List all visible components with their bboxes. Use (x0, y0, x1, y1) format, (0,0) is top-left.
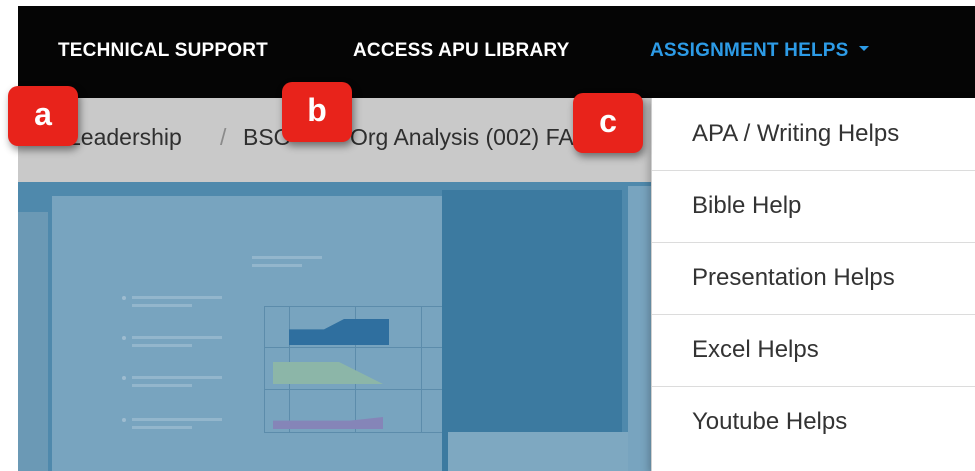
nav-technical-support[interactable]: TECHNICAL SUPPORT (58, 40, 268, 62)
content-slide-preview (52, 196, 464, 471)
text-line (132, 304, 192, 307)
menu-item-excel-helps[interactable]: Excel Helps (652, 314, 975, 387)
breadcrumb-item-org-analysis[interactable]: Org Analysis (002) FA (350, 124, 574, 151)
menu-item-youtube-helps[interactable]: Youtube Helps (652, 386, 975, 458)
top-navigation-bar: TECHNICAL SUPPORT ACCESS APU LIBRARY ASS… (18, 6, 975, 98)
menu-item-apa-writing-helps[interactable]: APA / Writing Helps (652, 98, 975, 171)
content-panel-left (18, 212, 48, 471)
grid-line (265, 347, 463, 348)
menu-item-label: Presentation Helps (692, 264, 895, 291)
content-panel-bottom (448, 432, 648, 471)
text-line (132, 426, 192, 429)
menu-item-label: APA / Writing Helps (692, 120, 900, 147)
bullet-point (122, 376, 126, 380)
page-frame: TECHNICAL SUPPORT ACCESS APU LIBRARY ASS… (0, 0, 975, 471)
nav-access-apu-library[interactable]: ACCESS APU LIBRARY (353, 40, 570, 62)
content-panel-dark (442, 190, 622, 471)
menu-item-label: Youtube Helps (692, 408, 848, 435)
bullet-point (122, 418, 126, 422)
text-line (132, 296, 222, 299)
text-line (132, 336, 222, 339)
menu-item-presentation-helps[interactable]: Presentation Helps (652, 242, 975, 315)
bullet-point (122, 296, 126, 300)
breadcrumb-separator: / (220, 124, 227, 150)
text-line (132, 418, 222, 421)
menu-item-bible-help[interactable]: Bible Help (652, 170, 975, 243)
assignment-helps-dropdown-menu: APA / Writing Helps Bible Help Presentat… (651, 98, 975, 471)
menu-item-label: Bible Help (692, 192, 802, 219)
annotation-badge-c: c (573, 93, 643, 153)
text-line (252, 256, 322, 259)
chart-band (273, 362, 383, 384)
grid-line (421, 307, 422, 432)
text-line (132, 344, 192, 347)
nav-technical-support-label: TECHNICAL SUPPORT (58, 40, 268, 61)
chart-grid-preview (264, 306, 464, 433)
annotation-badge-a: a (8, 86, 78, 146)
text-line (132, 384, 192, 387)
nav-assignment-helps-label: ASSIGNMENT HELPS (650, 40, 849, 61)
grid-line (265, 389, 463, 390)
breadcrumb-item-leadership[interactable]: Leadership (68, 124, 182, 151)
chevron-down-icon (858, 46, 869, 52)
text-line (252, 264, 302, 267)
nav-access-apu-library-label: ACCESS APU LIBRARY (353, 40, 570, 61)
annotation-badge-b: b (282, 82, 352, 142)
text-line (132, 376, 222, 379)
nav-assignment-helps-dropdown[interactable]: ASSIGNMENT HELPS (650, 40, 869, 62)
bullet-point (122, 336, 126, 340)
menu-item-label: Excel Helps (692, 336, 819, 363)
chart-band (289, 319, 389, 345)
